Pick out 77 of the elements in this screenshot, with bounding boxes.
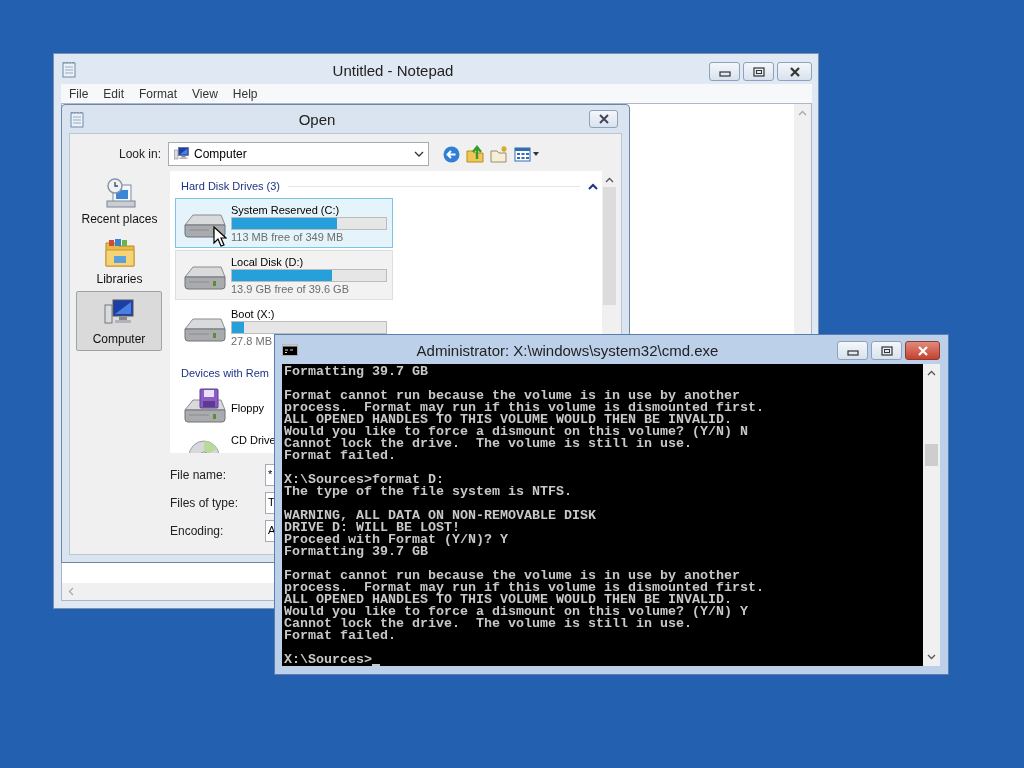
console-line: Formatting 39.7 GB: [284, 366, 428, 378]
menu-item[interactable]: Format: [131, 86, 185, 101]
field-label: Files of type:: [170, 496, 240, 510]
group-header: Hard Disk Drives (3): [181, 180, 280, 192]
menu-item[interactable]: Help: [224, 86, 265, 101]
console-icon: [282, 343, 298, 356]
notepad-icon: [61, 60, 77, 78]
scroll-up-icon[interactable]: [927, 370, 936, 376]
console-line: The type of the file system is NTFS.: [284, 486, 572, 498]
console-line: ALL OPENED HANDLES TO THIS VOLUME WOULD THEN BE INVALID.: [284, 414, 732, 426]
minimize-button[interactable]: [709, 62, 740, 81]
console-line: Would you like to force a dismount on this volume? (Y/N) N: [284, 426, 748, 438]
places-item[interactable]: Computer: [76, 291, 162, 351]
maximize-icon: [880, 345, 893, 356]
drive-name: System Reserved (C:): [231, 203, 341, 216]
free-space-text: 27.8 MB: [231, 334, 273, 347]
console-line: process. Format may run if this volume is dismounted first.: [284, 582, 764, 594]
maximize-button[interactable]: [871, 341, 902, 360]
menu-item[interactable]: View: [184, 86, 225, 101]
look-in-label: Look in:: [117, 147, 162, 161]
scroll-up-icon[interactable]: [605, 177, 614, 183]
console-line: DRIVE D: WILL BE LOST!: [284, 522, 460, 534]
window-title: Administrator: X:\windows\system32\cmd.exe: [415, 341, 720, 359]
look-in-dropdown[interactable]: Computer: [168, 142, 429, 166]
close-icon: [788, 66, 801, 77]
scrollbar[interactable]: [923, 364, 940, 666]
console-line: Format failed.: [284, 630, 396, 642]
scroll-thumb[interactable]: [925, 444, 938, 466]
console-line: X:\Sources>format D:: [284, 474, 444, 486]
console-line: Format cannot run because the volume is in use by another: [284, 390, 740, 402]
notepad-icon: [69, 110, 85, 128]
drive-tile[interactable]: Local Disk (D:) 13.9 GB free of 39.6 GB: [175, 250, 393, 300]
console-line: Formatting 39.7 GB: [284, 546, 428, 558]
view-menu-icon[interactable]: [514, 146, 540, 162]
computer-icon: [173, 146, 190, 162]
close-button[interactable]: [589, 110, 618, 128]
window-title: Untitled - Notepad: [331, 60, 455, 79]
console-line: Format cannot run because the volume is in use by another: [284, 570, 740, 582]
places-item[interactable]: Recent places: [77, 171, 162, 231]
scroll-down-icon[interactable]: [927, 654, 936, 660]
field-label: Encoding:: [170, 524, 225, 538]
field-label: File name:: [170, 468, 228, 482]
folder-up-icon[interactable]: [466, 145, 484, 163]
pointer-icon: [213, 226, 227, 247]
menu-item[interactable]: Edit: [95, 86, 132, 101]
minimize-button[interactable]: [837, 341, 868, 360]
drive-name: Boot (X:): [231, 307, 276, 320]
drive-name: Floppy: [231, 402, 265, 414]
back-icon[interactable]: [443, 145, 460, 163]
console-line: Proceed with Format (Y/N)? Y: [284, 534, 508, 546]
places-item[interactable]: Libraries: [77, 231, 162, 291]
console-line: X:\Sources>: [284, 654, 372, 666]
console-line: Cannot lock the drive. The volume is still in use.: [284, 618, 692, 630]
console-line: process. Format may run if this volume is dismounted first.: [284, 402, 764, 414]
free-space-text: 13.9 GB free of 39.6 GB: [231, 282, 350, 295]
chevron-down-icon: [414, 151, 424, 157]
collapse-icon[interactable]: [588, 182, 598, 190]
drive-tile[interactable]: System Reserved (C:) 113 MB free of 349 MB: [175, 198, 393, 248]
maximize-button[interactable]: [743, 62, 774, 81]
group-header: Devices with Rem: [181, 367, 270, 379]
console-line: Would you like to force a dismount on this volume? (Y/N) Y: [284, 606, 748, 618]
close-button[interactable]: [777, 62, 812, 81]
console-line: Cannot lock the drive. The volume is still in use.: [284, 438, 692, 450]
free-space-text: 113 MB free of 349 MB: [231, 230, 345, 243]
console-line: Format failed.: [284, 450, 396, 462]
close-icon: [916, 345, 929, 356]
dialog-title: Open: [297, 110, 337, 128]
drive-name: Local Disk (D:): [231, 255, 305, 268]
console-line: ALL OPENED HANDLES TO THIS VOLUME WOULD THEN BE INVALID.: [284, 594, 732, 606]
scroll-thumb[interactable]: [603, 187, 616, 305]
maximize-icon: [752, 66, 765, 77]
close-icon: [597, 114, 610, 124]
drive-name: CD Drive: [231, 434, 276, 446]
console-line: WARNING, ALL DATA ON NON-REMOVABLE DISK: [284, 510, 596, 522]
menu-item[interactable]: File: [61, 86, 96, 101]
close-button[interactable]: [905, 341, 940, 360]
libraries-icon: [102, 236, 137, 269]
